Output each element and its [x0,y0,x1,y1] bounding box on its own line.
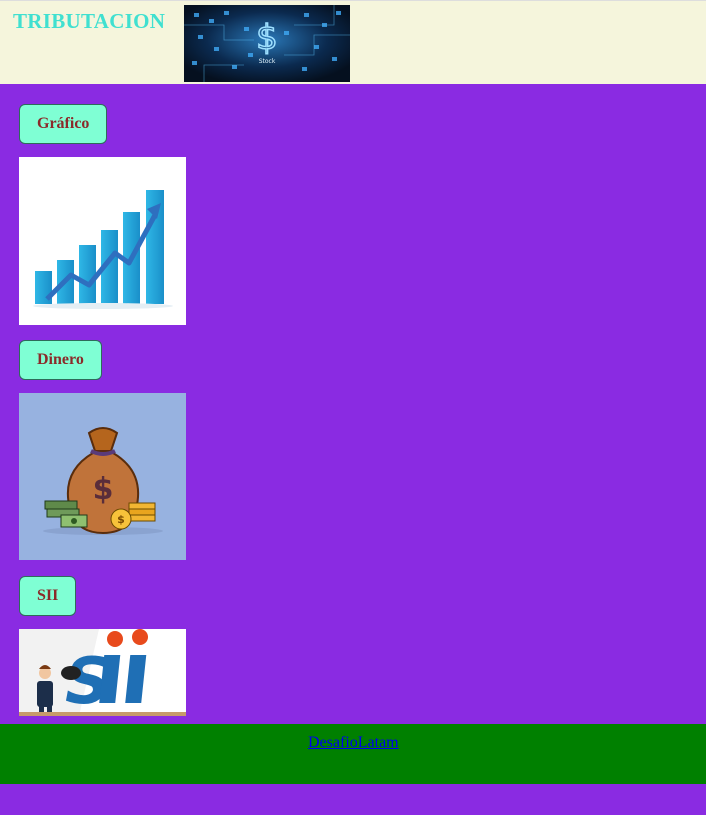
dinero-button[interactable]: Dinero [19,340,102,380]
money-bag-image: $ $ [19,393,186,560]
circuit-dollar-image: $ Stock [184,5,350,82]
svg-text:$: $ [93,472,114,507]
growth-chart-image [19,157,186,325]
desafiolatam-link[interactable]: DesafioLatam [308,734,399,752]
svg-text:$: $ [256,18,278,58]
svg-text:$: $ [117,513,125,526]
hero-image: $ Stock [184,5,350,82]
header: TRIBUTACION $ Stock [0,0,706,84]
grafico-button[interactable]: Gráfico [19,104,108,144]
site-title: TRIBUTACION [13,9,166,33]
sii-logo-image: S [19,629,186,716]
footer: DesafioLatam [0,724,706,784]
hero-caption: Stock [259,58,276,65]
sii-button[interactable]: SII [19,576,77,616]
